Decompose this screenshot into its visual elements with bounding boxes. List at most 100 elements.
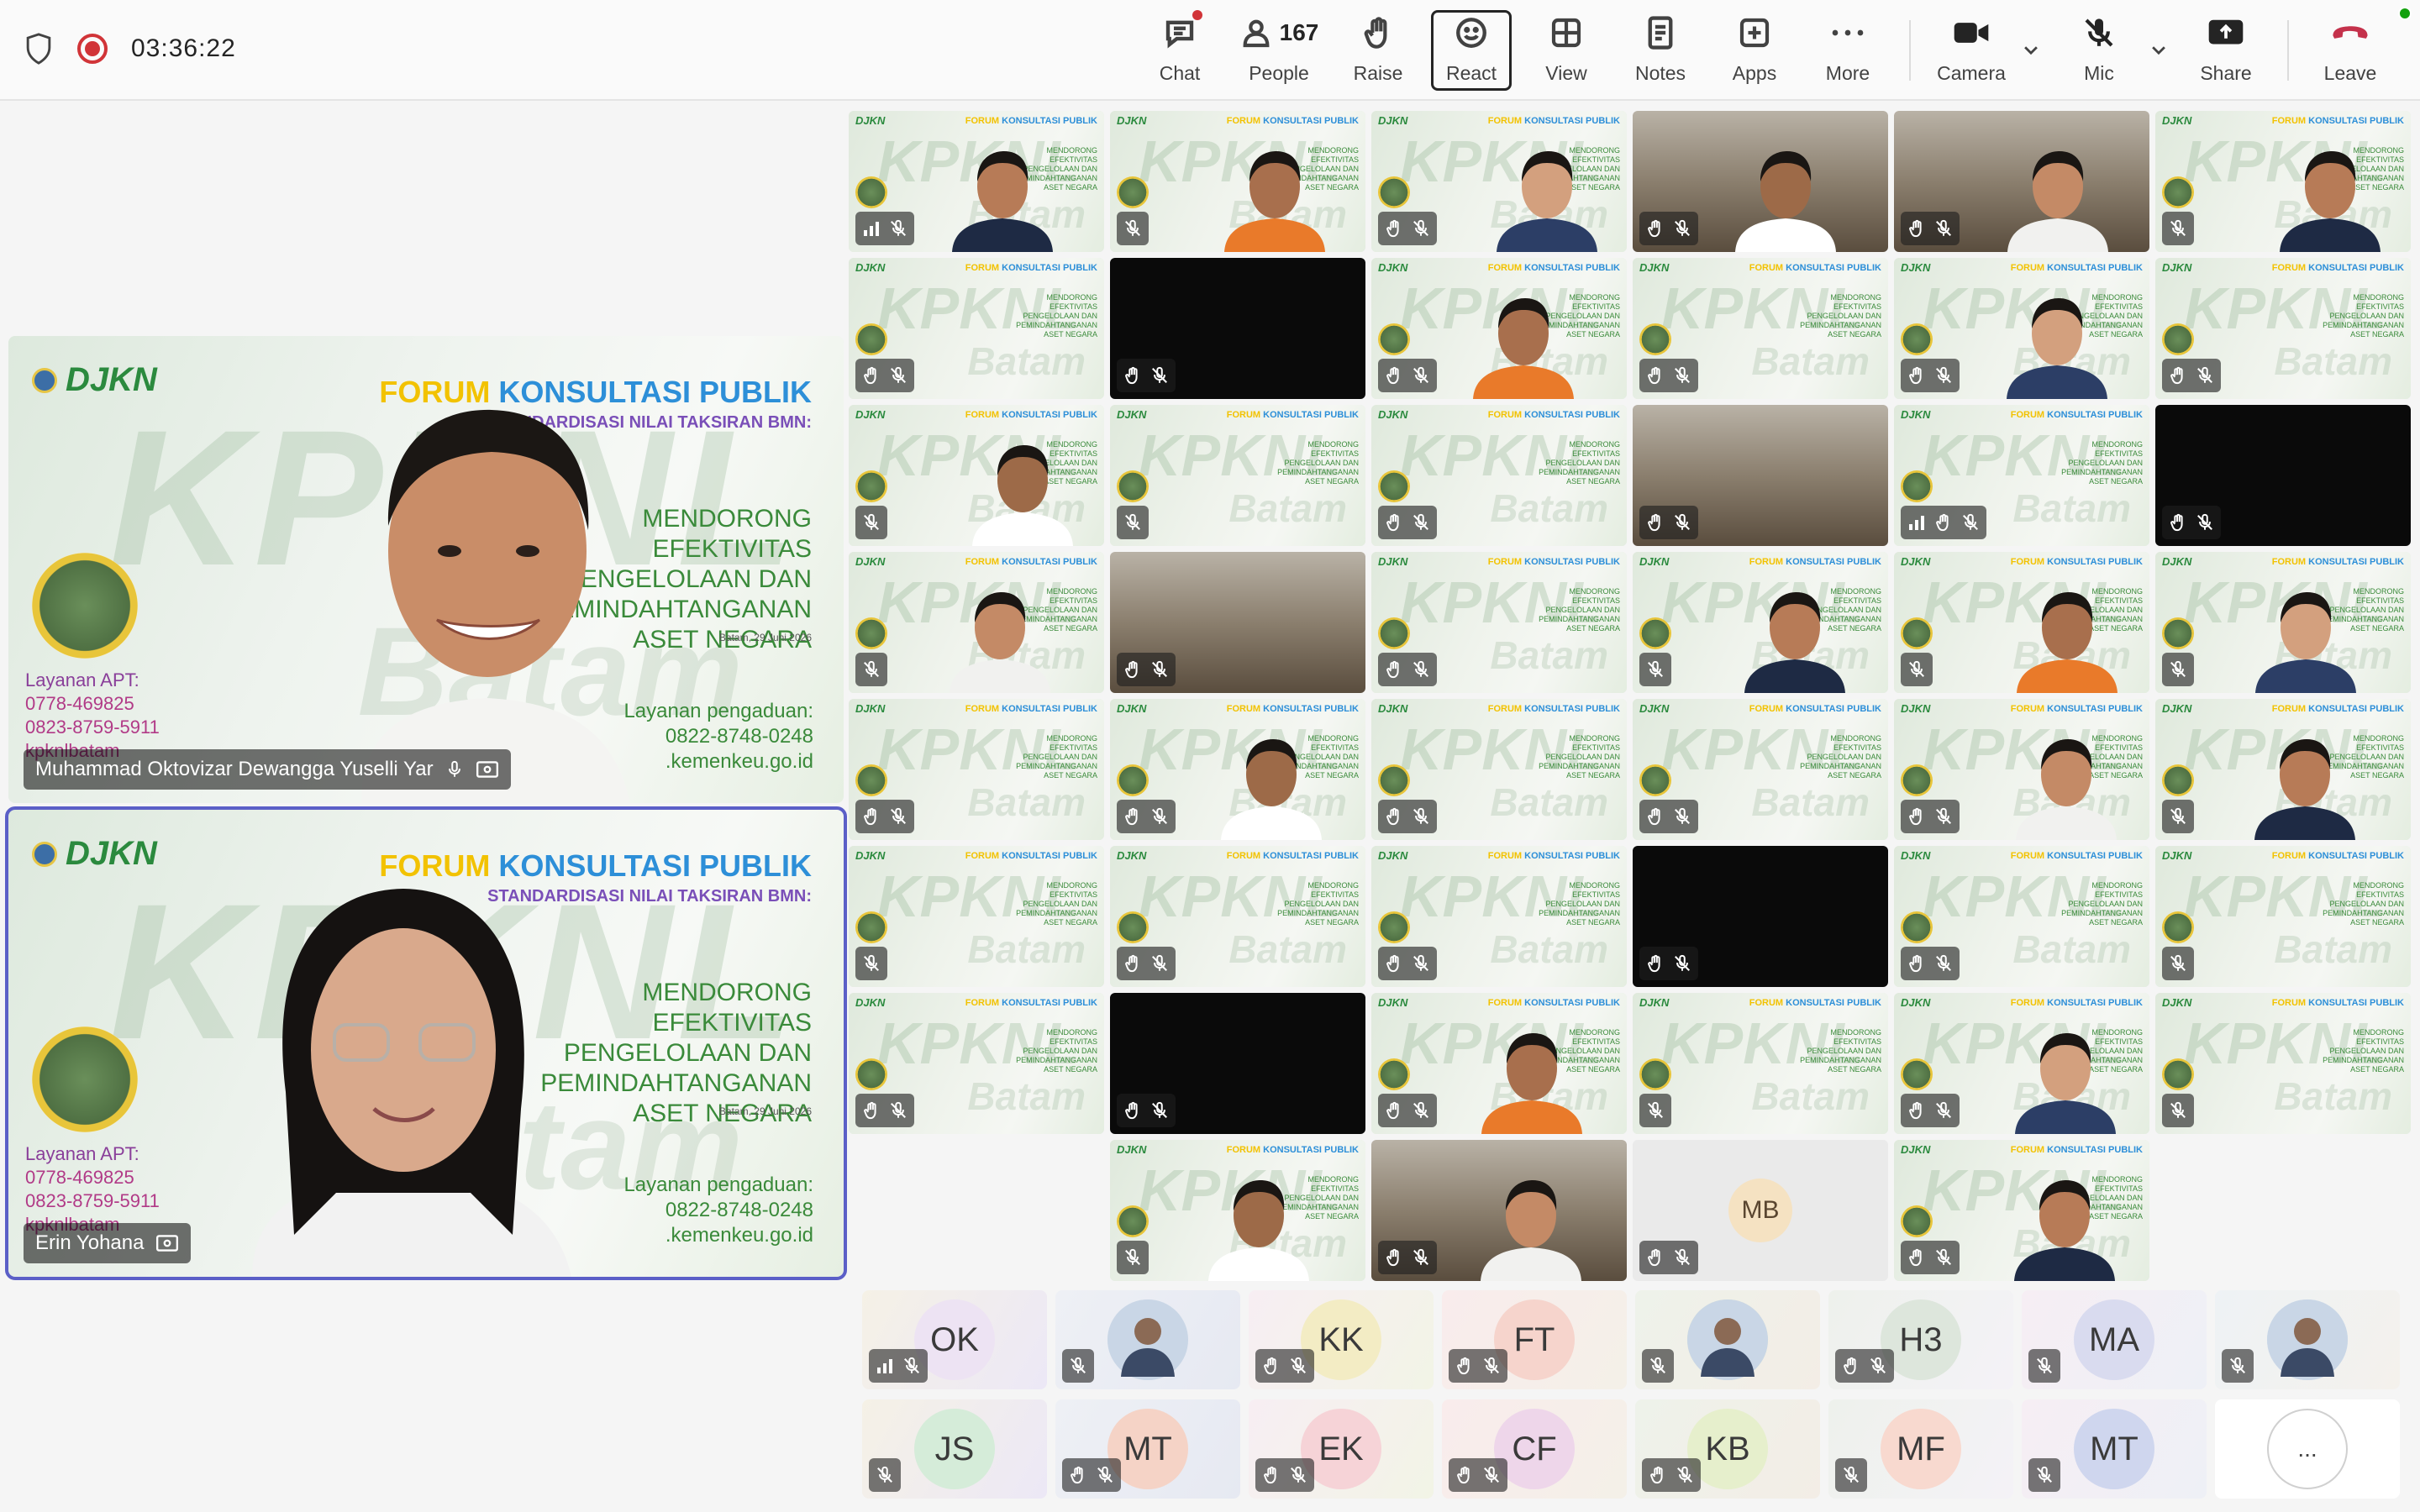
participant-video-tile[interactable]: KPKNLBatamDJKNFORUM KONSULTASI PUBLIKMEN… bbox=[849, 699, 1104, 840]
mic-off-icon bbox=[877, 1466, 892, 1483]
mic-off-icon bbox=[891, 366, 906, 383]
tile-status-bar bbox=[1901, 1241, 1960, 1274]
participant-video-tile[interactable]: KPKNLBatamDJKNFORUM KONSULTASI PUBLIKMEN… bbox=[849, 405, 1104, 546]
participant-avatar: MB bbox=[1728, 1179, 1792, 1242]
participant-avatar-tile[interactable]: JS bbox=[862, 1399, 1047, 1499]
slide-title: FORUM KONSULTASI PUBLIK bbox=[1749, 263, 1881, 273]
share-button[interactable]: Share bbox=[2198, 8, 2254, 92]
participant-video-tile[interactable]: KPKNLBatamDJKNFORUM KONSULTASI PUBLIKMEN… bbox=[1633, 1140, 1888, 1281]
djkn-logo: DJKN bbox=[1117, 849, 1147, 862]
apps-button[interactable]: Apps bbox=[1729, 8, 1780, 92]
participant-video-tile[interactable]: KPKNLBatamDJKNFORUM KONSULTASI PUBLIKMEN… bbox=[1110, 699, 1365, 840]
participant-avatar-tile[interactable]: KB bbox=[1635, 1399, 1820, 1499]
react-button[interactable]: React bbox=[1444, 8, 1499, 92]
participant-video-tile[interactable]: KPKNLBatamDJKNFORUM KONSULTASI PUBLIKMEN… bbox=[1371, 846, 1627, 987]
participant-video-tile[interactable]: KPKNLBatamDJKNFORUM KONSULTASI PUBLIKMEN… bbox=[2155, 258, 2411, 399]
participant-avatar-tile[interactable]: KK bbox=[1249, 1290, 1434, 1389]
participant-video-tile[interactable]: KPKNLBatamDJKNFORUM KONSULTASI PUBLIKMEN… bbox=[1110, 993, 1365, 1134]
participant-avatar-tile[interactable]: FT bbox=[1442, 1290, 1627, 1389]
participant-avatar-tile[interactable]: OK bbox=[862, 1290, 1047, 1389]
slide-title: FORUM KONSULTASI PUBLIK bbox=[2271, 851, 2404, 861]
participant-video-tile[interactable]: KPKNLBatamDJKNFORUM KONSULTASI PUBLIKMEN… bbox=[849, 993, 1104, 1134]
participant-video-tile[interactable]: KPKNLBatamDJKNFORUM KONSULTASI PUBLIKMEN… bbox=[1633, 699, 1888, 840]
participant-video-tile[interactable]: KPKNLBatamDJKNFORUM KONSULTASI PUBLIKMEN… bbox=[2155, 993, 2411, 1134]
participant-video-tile[interactable]: KPKNLBatamDJKNFORUM KONSULTASI PUBLIKMEN… bbox=[1371, 552, 1627, 693]
shield-icon[interactable] bbox=[24, 32, 54, 66]
chat-button[interactable]: Chat bbox=[1155, 8, 1205, 92]
participant-video-feed bbox=[252, 889, 571, 1277]
participant-video-tile[interactable]: KPKNLBatamDJKNFORUM KONSULTASI PUBLIKMEN… bbox=[1633, 258, 1888, 399]
participant-video-tile[interactable]: KPKNLBatamDJKNFORUM KONSULTASI PUBLIKMEN… bbox=[849, 846, 1104, 987]
mic-off-icon bbox=[1963, 513, 1978, 530]
add-apps-icon bbox=[1738, 8, 1771, 57]
participant-avatar-tile[interactable]: MA bbox=[2022, 1290, 2207, 1389]
participant-video-tile[interactable]: KPKNLBatamDJKNFORUM KONSULTASI PUBLIKMEN… bbox=[1110, 552, 1365, 693]
leave-button[interactable]: Leave bbox=[2321, 8, 2380, 92]
participant-video-tile[interactable]: KPKNLBatamDJKNFORUM KONSULTASI PUBLIKMEN… bbox=[1110, 405, 1365, 546]
participant-avatar-tile[interactable]: MT bbox=[1055, 1399, 1240, 1499]
notes-button[interactable]: Notes bbox=[1634, 8, 1687, 92]
participant-video-tile[interactable]: KPKNLBatamDJKNFORUM KONSULTASI PUBLIKMEN… bbox=[2155, 111, 2411, 252]
mic-options-chevron-down-icon[interactable] bbox=[2149, 40, 2168, 59]
participant-video-tile[interactable]: KPKNLBatamDJKNFORUM KONSULTASI PUBLIKMEN… bbox=[849, 552, 1104, 693]
raise-hand-icon bbox=[1909, 1101, 1922, 1120]
view-button[interactable]: View bbox=[1541, 8, 1591, 92]
participant-video-tile[interactable]: KPKNLBatamDJKNFORUM KONSULTASI PUBLIKMEN… bbox=[2155, 846, 2411, 987]
participant-video-tile[interactable]: KPKNLBatamDJKNFORUM KONSULTASI PUBLIKMEN… bbox=[1371, 258, 1627, 399]
participant-video-tile[interactable]: KPKNLBatamDJKNFORUM KONSULTASI PUBLIKMEN… bbox=[849, 258, 1104, 399]
participant-video-tile[interactable]: KPKNLBatamDJKNFORUM KONSULTASI PUBLIKMEN… bbox=[849, 111, 1104, 252]
participant-video-tile[interactable]: KPKNLBatamDJKNFORUM KONSULTASI PUBLIKMEN… bbox=[1633, 846, 1888, 987]
kpknl-seal-logo bbox=[1639, 323, 1671, 355]
participant-avatar-tile[interactable] bbox=[2215, 1290, 2400, 1389]
participant-video-tile[interactable]: KPKNLBatamDJKNFORUM KONSULTASI PUBLIKMEN… bbox=[1894, 258, 2149, 399]
participant-video-tile[interactable]: KPKNLBatamDJKNFORUM KONSULTASI PUBLIKMEN… bbox=[1633, 552, 1888, 693]
slide-title: FORUM KONSULTASI PUBLIK bbox=[2010, 263, 2143, 273]
raise-hand-button[interactable]: Raise bbox=[1353, 8, 1403, 92]
participant-avatar-tile[interactable]: MF bbox=[1828, 1399, 2013, 1499]
participant-video-tile[interactable]: KPKNLBatamDJKNFORUM KONSULTASI PUBLIKMEN… bbox=[1894, 993, 2149, 1134]
participant-video-tile[interactable]: KPKNLBatamDJKNFORUM KONSULTASI PUBLIKMEN… bbox=[1894, 405, 2149, 546]
profile-photo bbox=[2267, 1299, 2348, 1380]
participant-video-tile[interactable]: KPKNLBatamDJKNFORUM KONSULTASI PUBLIKMEN… bbox=[1110, 1140, 1365, 1281]
mic-off-icon bbox=[2170, 1101, 2186, 1118]
participant-video-tile[interactable]: KPKNLBatamDJKNFORUM KONSULTASI PUBLIKMEN… bbox=[1633, 405, 1888, 546]
participant-avatar-tile[interactable] bbox=[1635, 1290, 1820, 1389]
participant-video-tile[interactable]: KPKNLBatamDJKNFORUM KONSULTASI PUBLIKMEN… bbox=[1110, 258, 1365, 399]
participant-video-tile[interactable]: KPKNLBatamDJKNFORUM KONSULTASI PUBLIKMEN… bbox=[1371, 405, 1627, 546]
participant-video-tile[interactable]: KPKNLBatamDJKNFORUM KONSULTASI PUBLIKMEN… bbox=[1633, 111, 1888, 252]
participant-avatar-tile[interactable]: CF bbox=[1442, 1399, 1627, 1499]
more-participants-button[interactable]: ... bbox=[2215, 1399, 2400, 1499]
participant-video-tile[interactable]: KPKNLBatamDJKNFORUM KONSULTASI PUBLIKMEN… bbox=[1371, 1140, 1627, 1281]
camera-icon bbox=[1953, 8, 1990, 57]
more-button[interactable]: More bbox=[1822, 8, 1874, 92]
participant-video-tile[interactable]: KPKNLBatamDJKNFORUM KONSULTASI PUBLIKMEN… bbox=[1110, 846, 1365, 987]
participant-video-tile[interactable]: KPKNLBatamDJKNFORUM KONSULTASI PUBLIKMEN… bbox=[2155, 405, 2411, 546]
participant-avatar-tile[interactable] bbox=[1055, 1290, 1240, 1389]
camera-options-chevron-down-icon[interactable] bbox=[2022, 40, 2040, 59]
raise-hand-icon bbox=[1386, 1101, 1399, 1120]
participant-video-tile[interactable]: KPKNLBatamDJKNFORUM KONSULTASI PUBLIKMEN… bbox=[1633, 993, 1888, 1134]
participant-video-tile[interactable]: KPKNLBatamDJKNFORUM KONSULTASI PUBLIKMEN… bbox=[1894, 699, 2149, 840]
tile-status-bar bbox=[1117, 1094, 1176, 1127]
speaker-video-tile[interactable]: KPKNL Batam DJKN FORUM KONSULTASI PUBLIK… bbox=[8, 336, 844, 803]
mic-button[interactable]: Mic bbox=[2074, 8, 2124, 92]
participant-avatar-tile[interactable]: MT bbox=[2022, 1399, 2207, 1499]
participant-video-tile[interactable]: KPKNLBatamDJKNFORUM KONSULTASI PUBLIKMEN… bbox=[1894, 111, 2149, 252]
participant-video-feed bbox=[2255, 592, 2356, 693]
tile-status-bar bbox=[1255, 1458, 1314, 1492]
camera-button[interactable]: Camera bbox=[1933, 8, 2010, 92]
participant-video-tile[interactable]: KPKNLBatamDJKNFORUM KONSULTASI PUBLIKMEN… bbox=[1371, 699, 1627, 840]
participant-video-tile[interactable]: KPKNLBatamDJKNFORUM KONSULTASI PUBLIKMEN… bbox=[1894, 846, 2149, 987]
participant-video-tile[interactable]: KPKNLBatamDJKNFORUM KONSULTASI PUBLIKMEN… bbox=[1371, 111, 1627, 252]
participant-video-tile[interactable]: KPKNLBatamDJKNFORUM KONSULTASI PUBLIKMEN… bbox=[1894, 552, 2149, 693]
participant-video-tile[interactable]: KPKNLBatamDJKNFORUM KONSULTASI PUBLIKMEN… bbox=[2155, 699, 2411, 840]
people-button[interactable]: 167 People bbox=[1237, 8, 1321, 92]
active-speaker-video-tile[interactable]: KPKNL Batam DJKN FORUM KONSULTASI PUBLIK… bbox=[5, 806, 847, 1280]
participant-video-tile[interactable]: KPKNLBatamDJKNFORUM KONSULTASI PUBLIKMEN… bbox=[1894, 1140, 2149, 1281]
raise-hand-icon bbox=[1386, 366, 1399, 385]
participant-video-tile[interactable]: KPKNLBatamDJKNFORUM KONSULTASI PUBLIKMEN… bbox=[1110, 111, 1365, 252]
participant-video-tile[interactable]: KPKNLBatamDJKNFORUM KONSULTASI PUBLIKMEN… bbox=[2155, 552, 2411, 693]
participant-video-tile[interactable]: KPKNLBatamDJKNFORUM KONSULTASI PUBLIKMEN… bbox=[1371, 993, 1627, 1134]
participant-avatar-tile[interactable]: H3 bbox=[1828, 1290, 2013, 1389]
participant-avatar-tile[interactable]: EK bbox=[1249, 1399, 1434, 1499]
